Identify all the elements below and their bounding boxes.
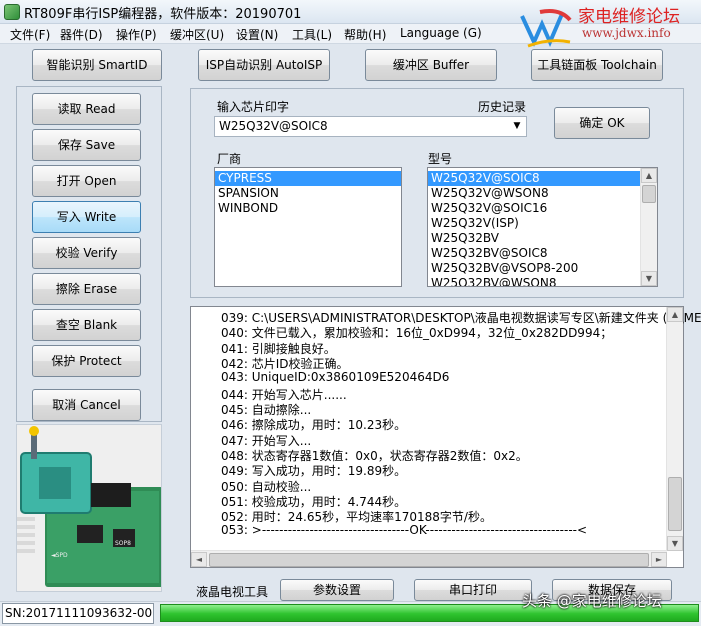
model-label: 型号 [428, 152, 453, 166]
scroll-up-icon[interactable]: ▲ [667, 307, 683, 322]
chevron-down-icon[interactable]: ▼ [510, 119, 524, 134]
save-button[interactable]: 保存 Save [32, 129, 141, 161]
vendor-item[interactable]: SPANSION [215, 186, 401, 201]
scroll-thumb[interactable] [209, 553, 649, 567]
log-line: 040: 文件已载入，累加校验和：16位_0xD994，32位_0x282DD9… [221, 326, 613, 340]
menu-tools[interactable]: 工具(L) [292, 26, 332, 43]
blank-check-button[interactable]: 查空 Blank [32, 309, 141, 341]
vendor-listbox[interactable]: CYPRESS SPANSION WINBOND [214, 167, 402, 287]
verify-button[interactable]: 校验 Verify [32, 237, 141, 269]
model-list-scrollbar[interactable]: ▲ ▼ [640, 168, 657, 286]
watermark-site-name: 家电维修论坛 [578, 7, 680, 27]
serial-number-field: SN:20171111093632-0051 [2, 603, 154, 624]
model-item[interactable]: W25Q32V@WSON8 [428, 186, 657, 201]
auto-isp-button[interactable]: ISP自动识别 AutoISP [198, 49, 330, 81]
model-item[interactable]: W25Q32BV@SOIC8 [428, 246, 657, 261]
open-button[interactable]: 打开 Open [32, 165, 141, 197]
protect-button[interactable]: 保护 Protect [32, 345, 141, 377]
confirm-ok-button[interactable]: 确定 OK [554, 107, 650, 139]
log-line: 043: UniqueID:0x3860109E520464D6 [221, 370, 450, 384]
history-label: 历史记录 [478, 100, 527, 114]
vendor-item[interactable]: WINBOND [215, 201, 401, 216]
scroll-right-icon[interactable]: ► [651, 552, 667, 567]
menu-operate[interactable]: 操作(P) [116, 26, 157, 43]
programmer-app-icon [4, 4, 20, 20]
chip-marking-combobox[interactable]: W25Q32V@SOIC8 ▼ [214, 116, 527, 137]
window-title: RT809F串行ISP编程器，软件版本：20190701 [24, 7, 302, 22]
model-item[interactable]: W25Q32V@SOIC16 [428, 201, 657, 216]
scroll-down-icon[interactable]: ▼ [667, 536, 683, 551]
menu-buffer[interactable]: 缓冲区(U) [170, 26, 224, 43]
buffer-button[interactable]: 缓冲区 Buffer [365, 49, 497, 81]
watermark-bottom-text: 头条 @家电维修论坛 [522, 592, 662, 610]
log-horizontal-scrollbar[interactable]: ◄ ► [191, 550, 667, 567]
scroll-left-icon[interactable]: ◄ [191, 552, 207, 567]
parameter-settings-button[interactable]: 参数设置 [280, 579, 394, 601]
model-item[interactable]: W25Q32BV [428, 231, 657, 246]
erase-button[interactable]: 擦除 Erase [32, 273, 141, 305]
cancel-button[interactable]: 取消 Cancel [32, 389, 141, 421]
log-line: 049: 写入成功，用时：19.89秒。 [221, 464, 407, 478]
svg-text:◄SPD: ◄SPD [51, 552, 68, 559]
model-listbox[interactable]: W25Q32V@SOIC8 W25Q32V@WSON8 W25Q32V@SOIC… [427, 167, 658, 287]
model-item[interactable]: W25Q32V@SOIC8 [428, 171, 657, 186]
scroll-thumb[interactable] [642, 185, 656, 203]
svg-text:SOP8: SOP8 [115, 540, 131, 547]
adapter-board-image: ◄SPD SOP8 [16, 424, 162, 592]
log-line: 046: 擦除成功，用时：10.23秒。 [221, 418, 407, 432]
read-button[interactable]: 读取 Read [32, 93, 141, 125]
watermark-site-url: www.jdwx.info [582, 26, 671, 40]
chip-marking-value: W25Q32V@SOIC8 [219, 119, 328, 133]
scroll-down-icon[interactable]: ▼ [641, 271, 657, 286]
menu-help[interactable]: 帮助(H) [344, 26, 386, 43]
toolchain-button[interactable]: 工具链面板 Toolchain [531, 49, 663, 81]
serial-print-button[interactable]: 串口打印 [414, 579, 532, 601]
adapter-board-drawing: ◄SPD SOP8 [17, 425, 161, 591]
log-vertical-scrollbar[interactable]: ▲ ▼ [666, 307, 683, 551]
scroll-up-icon[interactable]: ▲ [641, 168, 657, 183]
vendor-item[interactable]: CYPRESS [215, 171, 401, 186]
menu-device[interactable]: 器件(D) [60, 26, 103, 43]
lcd-tool-label[interactable]: 液晶电视工具 [196, 583, 268, 600]
write-button[interactable]: 写入 Write [32, 201, 141, 233]
model-item[interactable]: W25Q32BV@VSOP8-200 [428, 261, 657, 276]
log-output[interactable]: 039: C:\USERS\ADMINISTRATOR\DESKTOP\液晶电视… [190, 306, 701, 568]
log-line: 053: >----------------------------------… [221, 523, 588, 537]
vendor-label: 厂商 [217, 152, 242, 166]
model-item[interactable]: W25Q32BV@WSON8 [428, 276, 657, 286]
menu-settings[interactable]: 设置(N) [236, 26, 278, 43]
forum-logo-icon [520, 9, 572, 48]
menu-file[interactable]: 文件(F) [10, 26, 50, 43]
chip-marking-label: 输入芯片印字 [217, 100, 290, 114]
model-item[interactable]: W25Q32V(ISP) [428, 216, 657, 231]
smart-id-button[interactable]: 智能识别 SmartID [32, 49, 162, 81]
scroll-thumb[interactable] [668, 477, 682, 531]
menu-language[interactable]: Language (G) [400, 26, 482, 40]
